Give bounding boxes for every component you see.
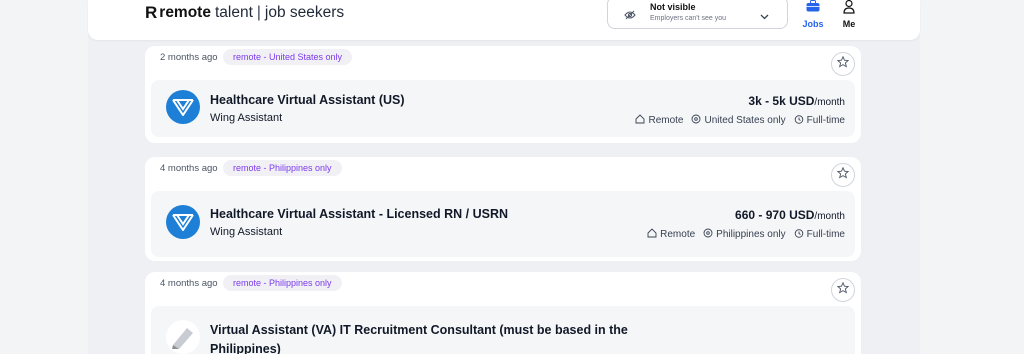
job-details: Healthcare Virtual Assistant - Licensed … <box>151 191 855 257</box>
salary-range: 3k - 5k USD <box>748 94 815 108</box>
job-tags: Remote United States only Full-time <box>627 114 845 127</box>
bookmark-button[interactable] <box>831 163 855 187</box>
remote-tag: Remote <box>635 114 683 127</box>
job-title[interactable]: Healthcare Virtual Assistant - Licensed … <box>210 207 508 221</box>
home-icon <box>635 114 648 127</box>
tag-label: United States only <box>704 115 786 126</box>
tag-label: Full-time <box>806 115 845 126</box>
job-tags: Remote Philippines only Full-time <box>639 228 845 241</box>
bookmark-button[interactable] <box>831 52 855 76</box>
clock-icon <box>794 114 807 127</box>
salary: 3k - 5k USD/month <box>748 94 845 108</box>
employment-type-tag: Full-time <box>794 114 845 127</box>
company-name[interactable]: Wing Assistant <box>210 112 282 124</box>
salary: 660 - 970 USD/month <box>735 208 845 222</box>
tag-label: Philippines only <box>716 229 786 240</box>
chevron-down-icon <box>760 7 769 25</box>
tag-label: Remote <box>660 229 696 240</box>
briefcase-icon <box>806 0 820 14</box>
job-title[interactable]: Healthcare Virtual Assistant (US) <box>210 93 405 107</box>
visibility-dropdown[interactable]: Not visible Employers can't see you <box>607 0 788 29</box>
job-title-continued[interactable]: Philippines) <box>210 342 281 354</box>
company-logo <box>166 205 200 239</box>
star-icon <box>836 281 850 299</box>
company-name[interactable]: Wing Assistant <box>210 226 282 238</box>
salary-range: 660 - 970 USD <box>735 208 815 222</box>
salary-period: /month <box>814 211 845 222</box>
visibility-subtitle: Employers can't see you <box>650 15 727 22</box>
visibility-title: Not visible <box>650 2 696 12</box>
star-icon <box>836 166 850 184</box>
job-details: Virtual Assistant (VA) IT Recruitment Co… <box>151 306 855 354</box>
star-icon <box>836 55 850 73</box>
company-logo-placeholder <box>166 320 200 354</box>
nav-me-label: Me <box>842 19 856 29</box>
job-title[interactable]: Virtual Assistant (VA) IT Recruitment Co… <box>210 323 628 337</box>
job-card[interactable]: 4 months ago remote - Philippines only H… <box>145 157 861 261</box>
nav-jobs-label: Jobs <box>802 19 824 29</box>
logo-mark: R <box>145 3 158 22</box>
posted-age: 2 months ago <box>160 52 218 63</box>
location-pin-icon <box>703 228 716 241</box>
tag-label: Remote <box>648 115 684 126</box>
bookmark-button[interactable] <box>831 278 855 302</box>
logo-text: talent <box>214 4 253 21</box>
job-details: Healthcare Virtual Assistant (US) Wing A… <box>151 80 855 137</box>
user-icon <box>843 0 855 16</box>
eye-off-icon <box>624 7 636 25</box>
site-logo[interactable]: R remote talent | job seekers <box>145 3 344 23</box>
job-card[interactable]: 2 months ago remote - United States only… <box>145 46 861 143</box>
location-pill: remote - Philippines only <box>223 275 342 291</box>
logo-separator: | <box>256 4 261 21</box>
job-card[interactable]: 4 months ago remote - Philippines only V… <box>145 272 861 354</box>
company-logo <box>166 90 200 124</box>
logo-subtitle: job seekers <box>264 4 345 21</box>
location-tag: Philippines only <box>703 228 786 241</box>
remote-tag: Remote <box>647 228 695 241</box>
posted-age: 4 months ago <box>160 278 218 289</box>
logo-brand: remote <box>159 4 211 21</box>
posted-age: 4 months ago <box>160 163 218 174</box>
home-icon <box>647 228 660 241</box>
location-pin-icon <box>691 114 704 127</box>
location-pill: remote - Philippines only <box>223 160 342 176</box>
location-tag: United States only <box>691 114 786 127</box>
tag-label: Full-time <box>806 229 845 240</box>
salary-period: /month <box>814 97 845 108</box>
location-pill: remote - United States only <box>223 49 353 65</box>
employment-type-tag: Full-time <box>794 228 845 241</box>
clock-icon <box>794 228 807 241</box>
